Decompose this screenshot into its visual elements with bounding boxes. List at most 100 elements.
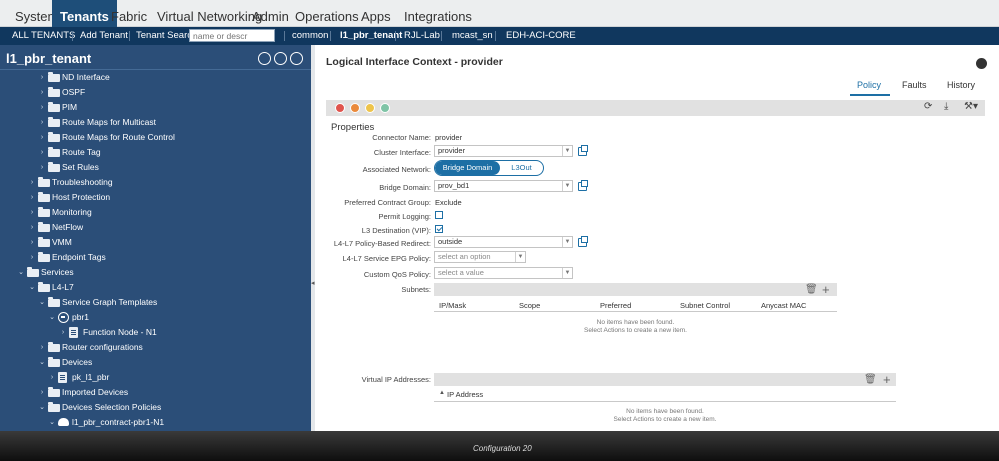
tab-fabric[interactable]: Fabric [111, 0, 147, 27]
tree-item[interactable]: ⌄ Devices Selection Policies [0, 400, 311, 415]
tab-integrations[interactable]: Integrations [404, 0, 472, 27]
critical-fault-icon[interactable] [335, 103, 345, 113]
trash-icon[interactable]: 🗑 [805, 283, 818, 296]
chevron-down-icon[interactable]: ▼ [515, 252, 525, 262]
chevron-right-icon[interactable]: › [38, 115, 46, 130]
tenant-link-common[interactable]: common [292, 27, 328, 45]
tree-item[interactable]: › pk_l1_pbr [0, 370, 311, 385]
tab-policy[interactable]: Policy [857, 80, 881, 90]
chevron-right-icon[interactable]: › [59, 325, 67, 340]
tenant-link-rjl-lab[interactable]: RJL-Lab [404, 27, 440, 45]
minor-fault-icon[interactable] [365, 103, 375, 113]
chevron-right-icon[interactable]: › [28, 190, 36, 205]
tools-icon[interactable]: ⚒▾ [964, 101, 978, 112]
column-header-subnet-control[interactable]: Subnet Control [680, 301, 730, 310]
tree-item[interactable]: › OSPF [0, 85, 311, 100]
tab-history[interactable]: History [947, 80, 975, 90]
chevron-down-icon[interactable]: ⌄ [17, 265, 25, 280]
bridge-domain-select[interactable]: prov_bd1 ▼ [434, 180, 573, 192]
column-header-ip-address[interactable]: IP Address [447, 390, 483, 399]
tenant-link-edh-aci-core[interactable]: EDH-ACI-CORE [506, 27, 576, 45]
chevron-right-icon[interactable]: › [28, 205, 36, 220]
all-tenants-link[interactable]: ALL TENANTS [12, 27, 75, 45]
tree-item[interactable]: ⌄ Devices [0, 355, 311, 370]
sort-asc-icon[interactable]: ▲ [439, 390, 445, 396]
tree-item[interactable]: › Imported Devices [0, 385, 311, 400]
chevron-right-icon[interactable]: › [48, 370, 56, 385]
tree-item[interactable]: › Route Tag [0, 145, 311, 160]
tree-item[interactable]: › Route Maps for Multicast [0, 115, 311, 130]
column-header-anycast-mac[interactable]: Anycast MAC [761, 301, 806, 310]
column-header-preferred[interactable]: Preferred [600, 301, 631, 310]
tree-item[interactable]: › VMM [0, 235, 311, 250]
tree-item[interactable]: › Router configurations [0, 340, 311, 355]
chevron-down-icon[interactable]: ⌄ [38, 400, 46, 415]
tree-item[interactable]: › Troubleshooting [0, 175, 311, 190]
tree-item[interactable]: ⌄ L4-L7 [0, 280, 311, 295]
warning-fault-icon[interactable] [380, 103, 390, 113]
chevron-right-icon[interactable]: › [38, 340, 46, 355]
tab-faults[interactable]: Faults [902, 80, 927, 90]
tab-operations[interactable]: Operations [295, 0, 359, 27]
cluster-interface-select[interactable]: provider ▼ [434, 145, 573, 157]
open-external-icon[interactable] [578, 145, 588, 156]
tree-item[interactable]: › Set Rules [0, 160, 311, 175]
tree-item[interactable]: › PIM [0, 100, 311, 115]
chevron-right-icon[interactable]: › [38, 145, 46, 160]
custom-qos-select[interactable]: select a value ▼ [434, 267, 573, 279]
tenant-link-l1-pbr-tenant[interactable]: l1_pbr_tenant [340, 27, 402, 45]
tree-item[interactable]: › ND Interface [0, 70, 311, 85]
chevron-down-icon[interactable]: ⌄ [48, 310, 56, 325]
tree-item[interactable]: › Endpoint Tags [0, 250, 311, 265]
tree-item[interactable]: ⌄ Services [0, 265, 311, 280]
l3out-option[interactable]: L3Out [500, 161, 543, 175]
tree-item[interactable]: ⌄ l1_pbr_contract-pbr1-N1 [0, 415, 311, 430]
tab-apps[interactable]: Apps [361, 0, 391, 27]
settings-icon[interactable] [290, 52, 303, 65]
tree-item[interactable]: › Function Node - N1 [0, 325, 311, 340]
chevron-down-icon[interactable]: ▼ [562, 268, 572, 278]
tree-item[interactable]: ⌄ Service Graph Templates [0, 295, 311, 310]
trash-icon[interactable]: 🗑 [864, 373, 877, 386]
open-external-icon[interactable] [578, 180, 588, 191]
service-epg-select[interactable]: select an option ▼ [434, 251, 526, 263]
chevron-right-icon[interactable]: › [38, 85, 46, 100]
chevron-down-icon[interactable]: ⌄ [38, 355, 46, 370]
open-external-icon[interactable] [578, 236, 588, 247]
chevron-right-icon[interactable]: › [28, 235, 36, 250]
refresh-icon[interactable]: ⟳ [924, 101, 932, 112]
tab-tenants[interactable]: Tenants [52, 0, 117, 27]
bookmark-icon[interactable] [976, 58, 987, 69]
tenant-search-input[interactable] [189, 29, 275, 42]
chevron-down-icon[interactable]: ▼ [562, 237, 572, 247]
add-icon[interactable]: + [883, 373, 891, 386]
tree-item[interactable]: › Route Maps for Route Control [0, 130, 311, 145]
add-icon[interactable]: + [822, 283, 830, 296]
chevron-down-icon[interactable]: ⌄ [28, 280, 36, 295]
add-tenant-link[interactable]: Add Tenant [80, 27, 128, 45]
chevron-down-icon[interactable]: ▼ [562, 146, 572, 156]
chevron-right-icon[interactable]: › [28, 220, 36, 235]
tab-admin[interactable]: Admin [252, 0, 289, 27]
chevron-right-icon[interactable]: › [28, 175, 36, 190]
pbr-select[interactable]: outside ▼ [434, 236, 573, 248]
download-icon[interactable]: ⤓ [944, 101, 948, 112]
info-icon[interactable] [258, 52, 271, 65]
chevron-right-icon[interactable]: › [38, 385, 46, 400]
l3-destination-checkbox[interactable] [435, 225, 443, 233]
chevron-right-icon[interactable]: › [28, 250, 36, 265]
list-icon[interactable] [274, 52, 287, 65]
tenant-link-mcast-sn[interactable]: mcast_sn [452, 27, 493, 45]
chevron-right-icon[interactable]: › [38, 70, 46, 85]
tree-item[interactable]: › NetFlow [0, 220, 311, 235]
chevron-down-icon[interactable]: ▼ [562, 181, 572, 191]
chevron-right-icon[interactable]: › [38, 160, 46, 175]
chevron-down-icon[interactable]: ⌄ [48, 415, 56, 430]
chevron-right-icon[interactable]: › [38, 100, 46, 115]
tree-item[interactable]: ⌄ pbr1 [0, 310, 311, 325]
permit-logging-checkbox[interactable] [435, 211, 443, 219]
tab-virtual-networking[interactable]: Virtual Networking [157, 0, 262, 27]
bridge-domain-option[interactable]: Bridge Domain [435, 161, 500, 175]
chevron-down-icon[interactable]: ⌄ [38, 295, 46, 310]
tree-item[interactable]: › Monitoring [0, 205, 311, 220]
